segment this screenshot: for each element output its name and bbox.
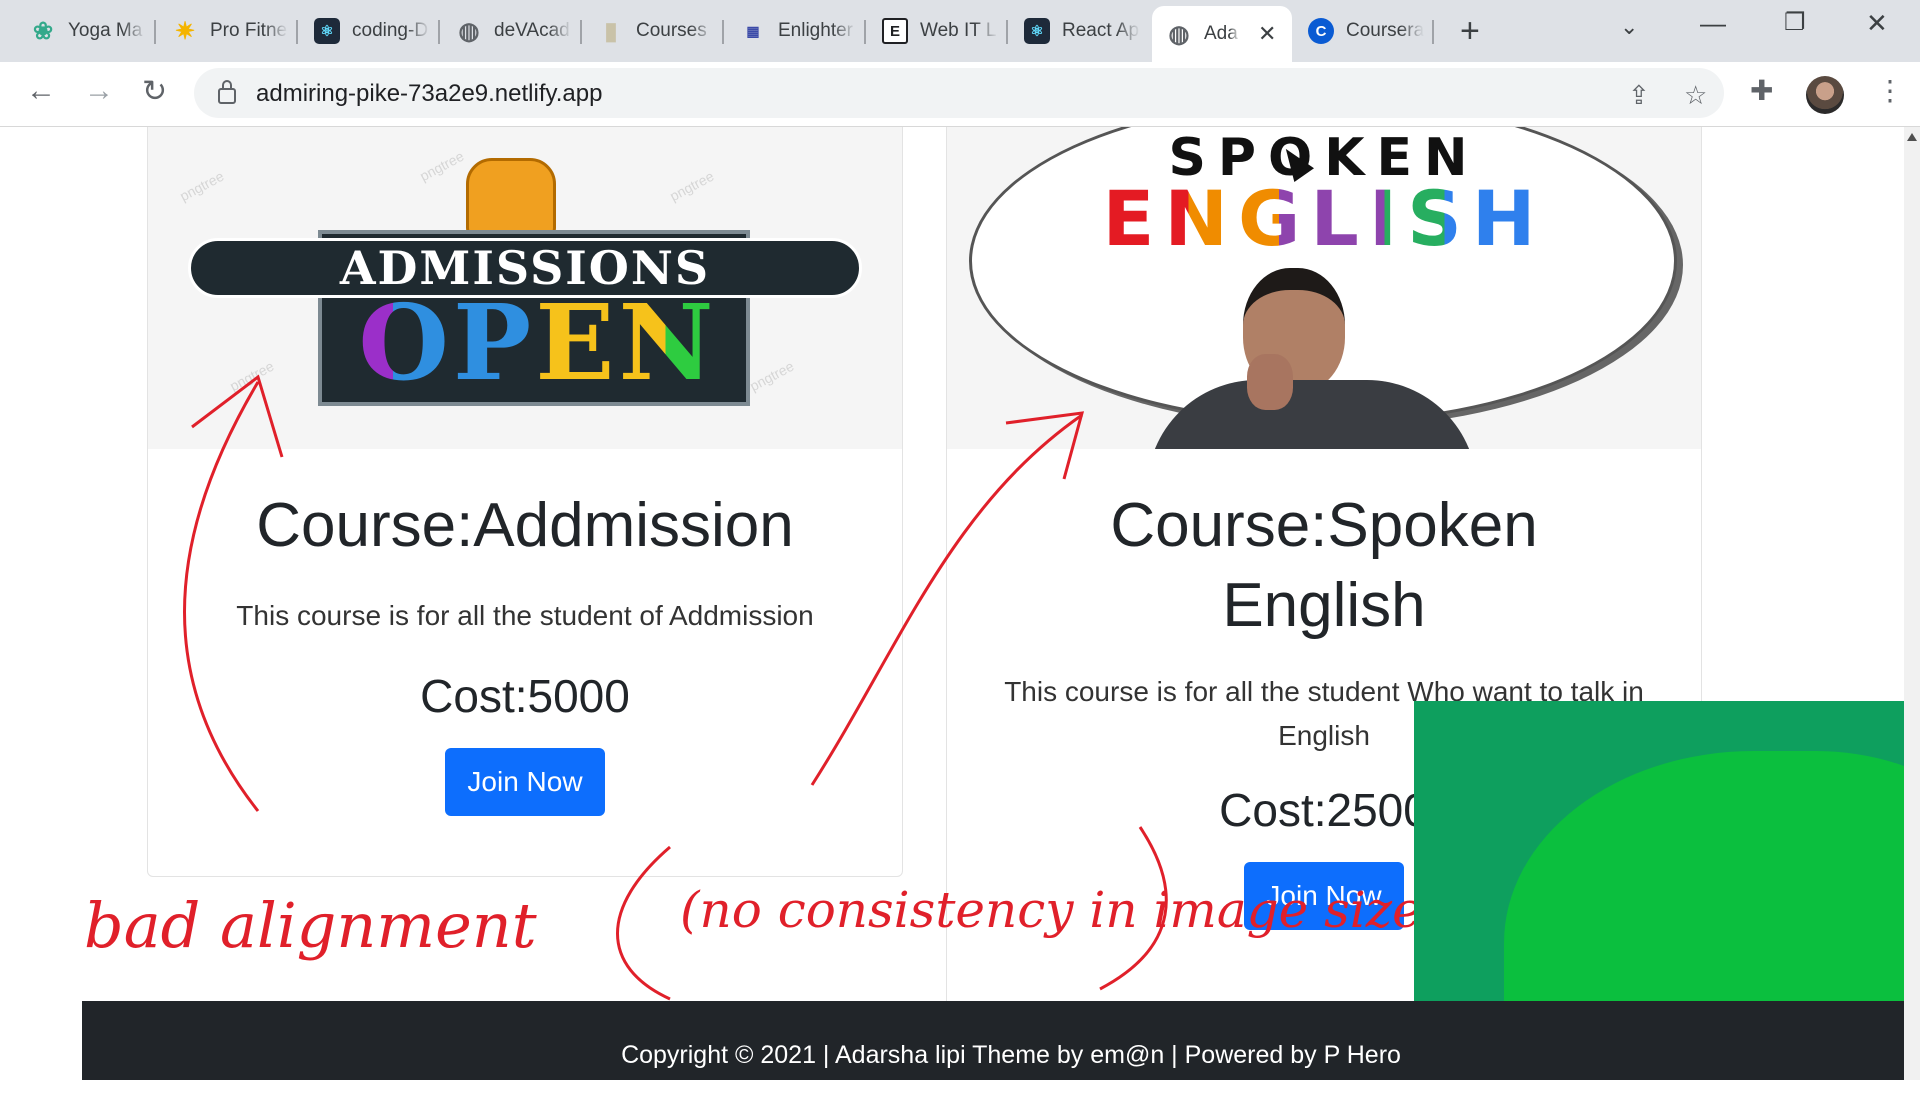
tab-label: Ada — [1204, 23, 1238, 44]
lotus-icon: ❀ — [32, 17, 54, 45]
enlighten-icon: ▦ — [746, 22, 760, 39]
site-footer: Copyright © 2021 | Adarsha lipi Theme by… — [82, 1001, 1920, 1080]
coursera-icon: C — [1308, 18, 1334, 44]
tab-search-chevron-icon[interactable]: ⌄ — [1620, 14, 1638, 40]
close-tab-icon[interactable]: ✕ — [1258, 21, 1276, 47]
tab-enlighten[interactable]: ▦ Enlighter — [726, 8, 866, 54]
react-icon: ⚛ — [314, 18, 340, 44]
react-icon: ⚛ — [1024, 18, 1050, 44]
elementor-icon: E — [882, 18, 908, 44]
tab-separator — [296, 20, 298, 44]
profile-avatar[interactable] — [1806, 76, 1844, 114]
close-window-icon[interactable]: ✕ — [1866, 8, 1888, 39]
tab-label: React Ap — [1062, 20, 1140, 41]
reload-icon[interactable]: ↻ — [142, 74, 167, 109]
tab-separator — [154, 20, 156, 44]
tab-separator — [722, 20, 724, 44]
annotation-open-paren — [616, 845, 671, 1001]
tab-devacad[interactable]: ◍ deVAcad — [442, 8, 582, 54]
tab-label: deVAcad — [494, 20, 570, 41]
tab-yoga[interactable]: ❀ Yoga Ma — [16, 8, 156, 54]
annotation-text-left: bad alignment — [84, 889, 537, 962]
new-tab-icon[interactable]: + — [1460, 12, 1480, 51]
forward-icon[interactable]: → — [84, 74, 114, 108]
tab-coursera[interactable]: C Coursera — [1294, 8, 1434, 54]
annotation-text-right: (no consistency in image size) — [680, 881, 1441, 939]
tab-separator — [1006, 20, 1008, 44]
menu-kebab-icon[interactable]: ⋮ — [1876, 74, 1904, 107]
tab-label: Coursera — [1346, 20, 1424, 41]
scroll-up-arrow-icon[interactable] — [1907, 133, 1917, 141]
tab-react-app[interactable]: ⚛ React Ap — [1010, 8, 1150, 54]
tab-label: Pro Fitne — [210, 20, 288, 41]
address-bar[interactable]: admiring-pike-73a2e9.netlify.app ⇪ ☆ — [194, 68, 1724, 118]
globe-icon: ◍ — [1168, 20, 1190, 48]
tab-separator — [438, 20, 440, 44]
tab-label: Yoga Ma — [68, 20, 143, 41]
tab-separator — [864, 20, 866, 44]
tab-pro-fitness[interactable]: ✷ Pro Fitne — [158, 8, 298, 54]
restore-icon[interactable]: ❐ — [1784, 8, 1806, 37]
tab-courses[interactable]: ▮ Courses — [584, 8, 724, 54]
bookmark-star-icon[interactable]: ☆ — [1684, 80, 1707, 111]
tab-coding[interactable]: ⚛ coding-D — [300, 8, 440, 54]
star-burst-icon: ✷ — [174, 17, 196, 45]
tab-adarsha-active[interactable]: ◍ Ada ✕ — [1152, 6, 1292, 62]
tab-label: Web IT L — [920, 20, 997, 41]
minimize-icon[interactable]: — — [1700, 8, 1726, 39]
book-icon: ▮ — [604, 17, 618, 45]
tab-label: Enlighter — [778, 20, 853, 41]
scrollbar[interactable] — [1904, 127, 1920, 1080]
tab-label: coding-D — [352, 20, 429, 41]
browser-toolbar: ← → ↻ admiring-pike-73a2e9.netlify.app ⇪… — [0, 62, 1920, 127]
extensions-puzzle-icon[interactable]: ✚ — [1750, 74, 1773, 107]
tab-separator — [580, 20, 582, 44]
annotation-arrow-right — [810, 413, 1083, 786]
annotation-arrow-left — [183, 381, 260, 812]
tab-strip: ❀ Yoga Ma ✷ Pro Fitne ⚛ coding-D ◍ deVAc… — [0, 0, 1920, 62]
footer-text: Copyright © 2021 | Adarsha lipi Theme by… — [621, 1041, 1401, 1069]
tab-label: Courses — [636, 20, 707, 41]
lock-icon[interactable] — [218, 80, 236, 104]
share-icon[interactable]: ⇪ — [1628, 80, 1650, 111]
globe-icon: ◍ — [458, 17, 480, 45]
tab-web-it[interactable]: E Web IT L — [868, 8, 1008, 54]
url-text[interactable]: admiring-pike-73a2e9.netlify.app — [256, 80, 602, 108]
tab-separator — [1432, 20, 1434, 44]
back-icon[interactable]: ← — [26, 74, 56, 108]
page-viewport: pngtree pngtree pngtree pngtree pngtree … — [0, 127, 1920, 1080]
